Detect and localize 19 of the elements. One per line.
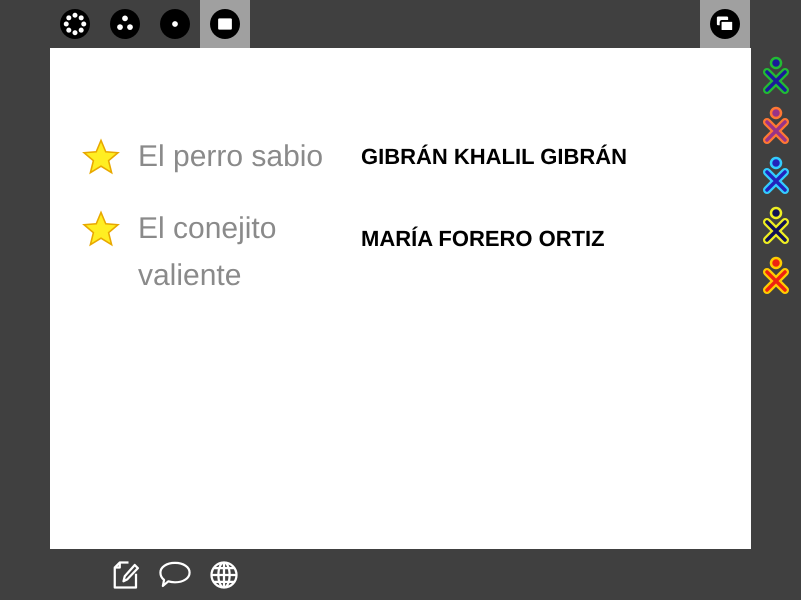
- windows-icon: [710, 9, 740, 39]
- buddy-icon[interactable]: [761, 206, 791, 244]
- book-author: GIBRÁN KHALIL GIBRÁN: [361, 143, 628, 171]
- journal-icon[interactable]: [111, 560, 141, 590]
- buddy-icon[interactable]: [761, 256, 791, 294]
- chat-bubble-icon[interactable]: [158, 560, 192, 590]
- globe-icon[interactable]: [209, 560, 239, 590]
- star-icon: [82, 138, 120, 176]
- star-icon: [82, 210, 120, 248]
- book-author: MARÍA FORERO ORTIZ: [361, 225, 605, 253]
- book-title[interactable]: El conejito valiente: [138, 205, 361, 299]
- fullscreen-button[interactable]: [700, 0, 750, 48]
- home-view-icon: [160, 9, 190, 39]
- group-view-icon: [110, 9, 140, 39]
- buddy-icon[interactable]: [761, 156, 791, 194]
- neighborhood-view-icon: [60, 9, 90, 39]
- book-title[interactable]: El perro sabio: [138, 133, 361, 180]
- activity-view-button[interactable]: [200, 0, 250, 48]
- activity-view-icon: [210, 9, 240, 39]
